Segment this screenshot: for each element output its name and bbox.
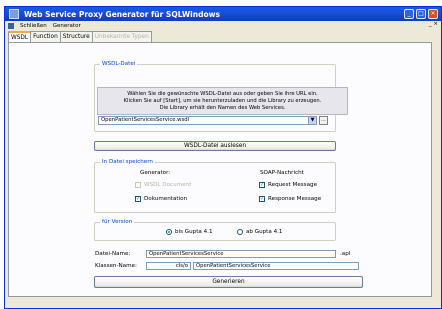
generate-button[interactable]: Generieren bbox=[94, 276, 363, 288]
save-to-file-legend: In Datei speichern bbox=[100, 159, 155, 165]
menu-bar: Schließen Generator _ × bbox=[5, 21, 441, 30]
wsdl-file-select[interactable]: OpenPatientServicesService.wsdl ▼ bbox=[98, 116, 317, 125]
documentation-checkbox[interactable]: ✓ bbox=[135, 196, 141, 202]
radio-from-gupta-41[interactable] bbox=[237, 229, 243, 235]
radio-until-gupta-41[interactable] bbox=[166, 229, 172, 235]
tab-structure[interactable]: Structure bbox=[59, 31, 93, 42]
maximize-icon[interactable]: □ bbox=[416, 9, 426, 19]
read-wsdl-button[interactable]: WSDL-Datei auslesen bbox=[94, 141, 336, 151]
info-box: Wählen Sie die gewünschte WSDL-Datei aus… bbox=[97, 87, 348, 115]
wsdl-file-value: OpenPatientServicesService.wsdl bbox=[101, 117, 190, 123]
browse-button[interactable]: ... bbox=[319, 116, 328, 125]
response-message-checkbox[interactable]: ✓ bbox=[259, 196, 265, 202]
classname-label: Klassen-Name: bbox=[95, 263, 137, 269]
request-message-label: Request Message bbox=[268, 182, 318, 188]
version-legend: für Version bbox=[100, 219, 135, 225]
from-gupta-41-label: ab Gupta 4.1 bbox=[246, 229, 283, 235]
generator-header: Generator: bbox=[140, 170, 171, 176]
menu-item-close[interactable]: Schließen bbox=[20, 23, 47, 29]
tab-function[interactable]: Function bbox=[30, 31, 61, 42]
tab-unknown-types[interactable]: Unbekannte Typen bbox=[91, 31, 152, 42]
classname-prefix: cls/o bbox=[146, 262, 191, 270]
wsdl-document-label: WSDL Document bbox=[144, 182, 192, 188]
soap-message-header: SOAP-Nachricht bbox=[260, 170, 304, 176]
document-icon bbox=[8, 22, 14, 29]
until-gupta-41-label: bis Gupta 4.1 bbox=[175, 229, 213, 235]
title-bar[interactable]: Web Service Proxy Generator für SQLWindo… bbox=[5, 7, 441, 21]
tab-strip: WSDL Function Structure Unbekannte Typen bbox=[8, 31, 152, 43]
filename-input[interactable]: OpenPatientServicesService bbox=[146, 250, 336, 258]
info-line: Klicken Sie auf [Start], um sie herunter… bbox=[123, 97, 322, 104]
window-title: Web Service Proxy Generator für SQLWindo… bbox=[24, 9, 221, 19]
minimize-icon[interactable]: _ bbox=[404, 9, 414, 19]
classname-input[interactable]: OpenPatientServicesService bbox=[193, 262, 359, 270]
wsdl-document-checkbox[interactable] bbox=[135, 182, 141, 188]
classname-prefix-text: cls/o bbox=[175, 263, 188, 269]
info-line: Wählen Sie die gewünschte WSDL-Datei aus… bbox=[127, 90, 318, 97]
request-message-checkbox[interactable]: ✓ bbox=[259, 182, 265, 188]
mdi-window-controls[interactable]: _ × bbox=[429, 21, 438, 27]
chevron-down-icon[interactable]: ▼ bbox=[308, 117, 316, 124]
documentation-label: Dokumentation bbox=[144, 196, 188, 202]
version-group: für Version bbox=[94, 219, 336, 241]
info-line: Die Library erhält den Namen des Web Ser… bbox=[159, 104, 286, 111]
response-message-label: Response Message bbox=[268, 196, 322, 202]
filename-label: Datei-Name: bbox=[95, 251, 131, 257]
filename-extension: .apl bbox=[340, 251, 351, 257]
menu-item-generator[interactable]: Generator bbox=[53, 23, 81, 29]
wsdl-file-legend: WSDL-Datei bbox=[100, 61, 138, 67]
app-icon bbox=[9, 9, 19, 19]
close-icon[interactable]: × bbox=[428, 9, 438, 19]
